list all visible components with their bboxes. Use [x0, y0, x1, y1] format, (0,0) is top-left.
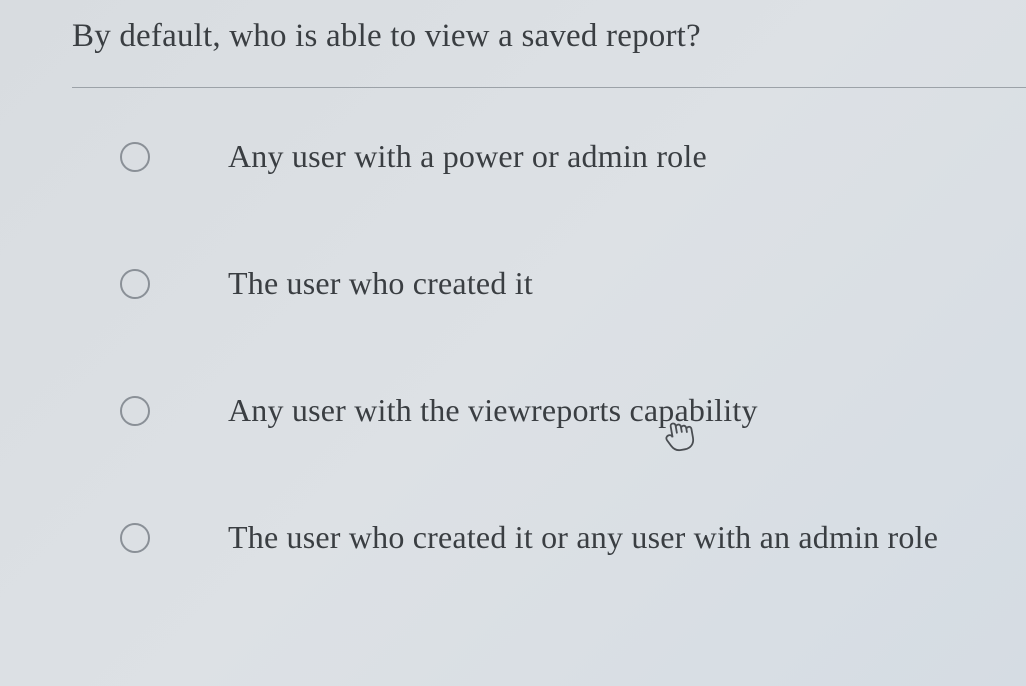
radio-icon[interactable]: [120, 396, 150, 426]
option-row[interactable]: The user who created it: [120, 265, 1026, 302]
question-title: By default, who is able to view a saved …: [72, 18, 1026, 55]
option-label[interactable]: Any user with the viewreports capability: [228, 392, 758, 429]
option-label[interactable]: The user who created it: [228, 265, 533, 302]
option-row[interactable]: The user who created it or any user with…: [120, 519, 1026, 556]
option-row[interactable]: Any user with the viewreports capability: [120, 392, 1026, 429]
option-row[interactable]: Any user with a power or admin role: [120, 138, 1026, 175]
radio-icon[interactable]: [120, 142, 150, 172]
radio-icon[interactable]: [120, 523, 150, 553]
option-label[interactable]: Any user with a power or admin role: [228, 138, 707, 175]
options-container: Any user with a power or admin role The …: [72, 138, 1026, 556]
option-label[interactable]: The user who created it or any user with…: [228, 519, 938, 556]
divider: [72, 87, 1026, 88]
radio-icon[interactable]: [120, 269, 150, 299]
